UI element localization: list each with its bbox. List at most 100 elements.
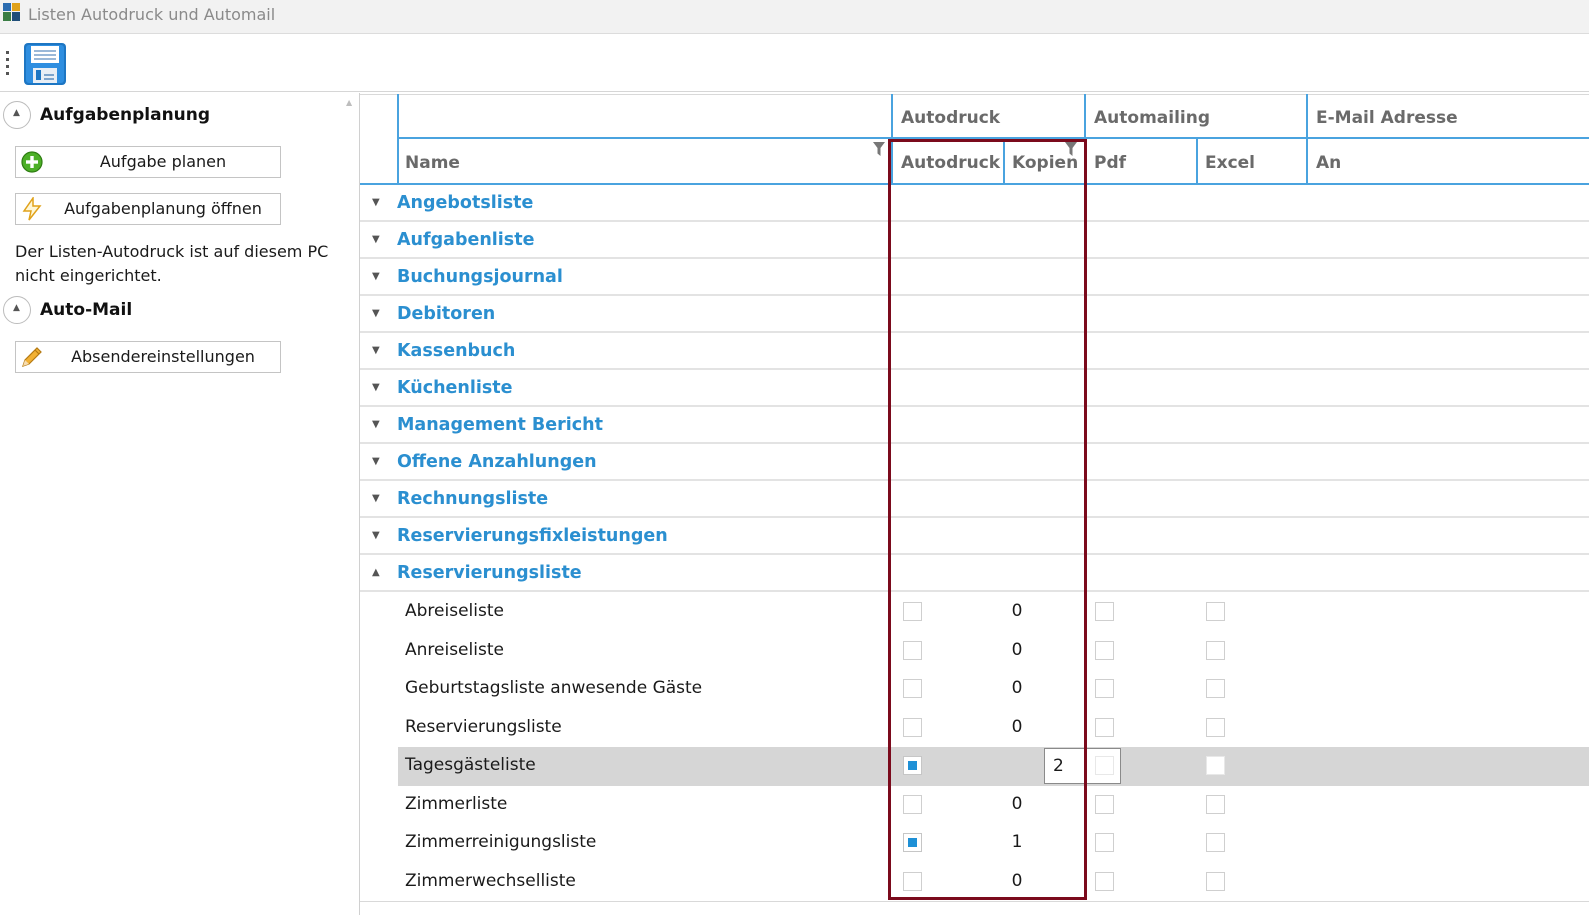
toolbar [0, 35, 1589, 92]
copies-value[interactable]: 0 [1007, 794, 1027, 814]
excel-checkbox[interactable] [1206, 756, 1225, 775]
excel-checkbox[interactable] [1206, 679, 1225, 698]
group-row[interactable]: ▼ Aufgabenliste [360, 222, 1589, 259]
group-row[interactable]: ▼ Angebotsliste [360, 185, 1589, 222]
filter-kopien-icon[interactable] [1064, 141, 1078, 157]
expand-arrow-icon[interactable]: ▼ [372, 530, 380, 541]
table-row[interactable]: Abreiseliste 0 [398, 593, 1589, 632]
excel-checkbox[interactable] [1206, 833, 1225, 852]
autodruck-checkbox[interactable] [903, 871, 922, 891]
excel-checkbox[interactable] [1206, 640, 1225, 660]
scroll-up-arrow-icon[interactable]: ▲ [346, 98, 352, 107]
expand-arrow-icon[interactable]: ▼ [372, 197, 380, 208]
group-row-expanded[interactable]: ▲ Reservierungsliste [360, 555, 1589, 592]
title-bar: Listen Autodruck und Automail [0, 0, 1589, 34]
autodruck-checkbox-checked[interactable] [903, 833, 922, 852]
group-row[interactable]: ▼ Küchenliste [360, 370, 1589, 407]
group-row[interactable]: ▼ Rechnungsliste [360, 481, 1589, 518]
copies-value[interactable]: 0 [1007, 601, 1027, 621]
expand-arrow-icon[interactable]: ▼ [372, 234, 380, 245]
pdf-checkbox[interactable] [1095, 717, 1114, 737]
pdf-checkbox[interactable] [1095, 602, 1114, 621]
header-group-automailing: Automailing [1094, 108, 1211, 128]
column-header-autodruck[interactable]: Autodruck [901, 153, 1000, 173]
group-row[interactable]: ▼ Reservierungsfixleistungen [360, 518, 1589, 555]
header-group-autodruck: Autodruck [901, 108, 1001, 128]
row-name: Zimmerwechselliste [405, 870, 576, 891]
open-scheduler-button[interactable]: Aufgabenplanung öffnen [15, 193, 281, 225]
collapse-auto-mail-button[interactable]: ▲ [3, 296, 31, 324]
expand-arrow-icon[interactable]: ▼ [372, 419, 380, 430]
group-name[interactable]: Kassenbuch [397, 341, 515, 361]
pdf-checkbox[interactable] [1095, 640, 1114, 660]
header-group-email: E-Mail Adresse [1316, 108, 1458, 128]
pdf-checkbox[interactable] [1095, 794, 1114, 814]
expand-arrow-icon[interactable]: ▼ [372, 308, 380, 319]
group-name[interactable]: Reservierungsliste [397, 563, 582, 583]
row-name: Geburtstagsliste anwesende Gäste [405, 678, 703, 698]
collapse-up-icon: ▲ [13, 108, 20, 118]
copies-value[interactable]: 0 [1007, 717, 1027, 737]
plan-task-button[interactable]: Aufgabe planen [15, 146, 281, 178]
copies-value[interactable]: 0 [1007, 871, 1027, 891]
table-row[interactable]: Geburtstagsliste anwesende Gäste 0 [398, 670, 1589, 709]
expand-arrow-icon[interactable]: ▼ [372, 271, 380, 282]
filter-name-icon[interactable] [872, 141, 886, 157]
table-row[interactable]: Anreiseliste 0 [398, 632, 1589, 671]
group-row[interactable]: ▼ Kassenbuch [360, 333, 1589, 370]
group-row[interactable]: ▼ Offene Anzahlungen [360, 444, 1589, 481]
pdf-checkbox[interactable] [1095, 833, 1114, 852]
table-row[interactable]: Reservierungsliste 0 [398, 709, 1589, 748]
column-header-excel[interactable]: Excel [1205, 153, 1255, 173]
group-name[interactable]: Debitoren [397, 304, 495, 324]
pdf-checkbox[interactable] [1095, 679, 1114, 698]
table-row[interactable]: Zimmerreinigungsliste 1 [398, 824, 1589, 863]
table-row-selected[interactable]: Tagesgästeliste 2 [398, 747, 1589, 786]
app-icon [3, 3, 21, 23]
group-name[interactable]: Management Bericht [397, 415, 603, 435]
pdf-checkbox[interactable] [1095, 756, 1114, 775]
expand-arrow-icon[interactable]: ▼ [372, 345, 380, 356]
column-header-name[interactable]: Name [405, 153, 460, 173]
open-scheduler-label: Aufgabenplanung öffnen [64, 199, 262, 218]
expand-arrow-icon[interactable]: ▼ [372, 456, 380, 467]
autodruck-checkbox-checked[interactable] [903, 756, 922, 775]
lists-grid: Autodruck Automailing E-Mail Adresse Nam… [360, 94, 1589, 915]
group-name[interactable]: Angebotsliste [397, 193, 533, 213]
group-name[interactable]: Rechnungsliste [397, 489, 548, 509]
table-row[interactable]: Zimmerwechselliste 0 [398, 863, 1589, 902]
autodruck-checkbox[interactable] [903, 640, 922, 660]
group-name[interactable]: Buchungsjournal [397, 267, 563, 287]
column-header-an[interactable]: An [1316, 153, 1341, 173]
pdf-checkbox[interactable] [1095, 871, 1114, 891]
copies-value[interactable]: 0 [1007, 678, 1027, 698]
copies-value[interactable]: 1 [1007, 832, 1027, 852]
row-name: Zimmerreinigungsliste [405, 832, 597, 852]
save-button[interactable] [22, 41, 68, 87]
group-row[interactable]: ▼ Buchungsjournal [360, 259, 1589, 296]
autodruck-checkbox[interactable] [903, 717, 922, 737]
expand-arrow-icon[interactable]: ▼ [372, 493, 380, 504]
toolbar-grip-icon[interactable] [6, 51, 10, 77]
sender-settings-button[interactable]: Absendereinstellungen [15, 341, 281, 373]
autodruck-checkbox[interactable] [903, 679, 922, 698]
table-row[interactable]: Zimmerliste 0 [398, 786, 1589, 825]
expand-arrow-icon[interactable]: ▼ [372, 382, 380, 393]
copies-value[interactable]: 0 [1007, 640, 1027, 660]
autodruck-checkbox[interactable] [903, 794, 922, 814]
collapse-aufgabenplanung-button[interactable]: ▲ [3, 101, 31, 129]
column-header-pdf[interactable]: Pdf [1094, 153, 1126, 173]
row-name: Zimmerliste [405, 793, 508, 814]
excel-checkbox[interactable] [1206, 602, 1225, 621]
excel-checkbox[interactable] [1206, 794, 1225, 814]
group-row[interactable]: ▼ Management Bericht [360, 407, 1589, 444]
collapse-arrow-icon[interactable]: ▲ [372, 567, 380, 578]
group-name[interactable]: Küchenliste [397, 378, 513, 398]
group-name[interactable]: Aufgabenliste [397, 230, 534, 250]
group-name[interactable]: Reservierungsfixleistungen [397, 526, 668, 546]
autodruck-checkbox[interactable] [903, 602, 922, 621]
group-row[interactable]: ▼ Debitoren [360, 296, 1589, 333]
excel-checkbox[interactable] [1206, 871, 1225, 891]
group-name[interactable]: Offene Anzahlungen [397, 452, 597, 472]
excel-checkbox[interactable] [1206, 717, 1225, 737]
